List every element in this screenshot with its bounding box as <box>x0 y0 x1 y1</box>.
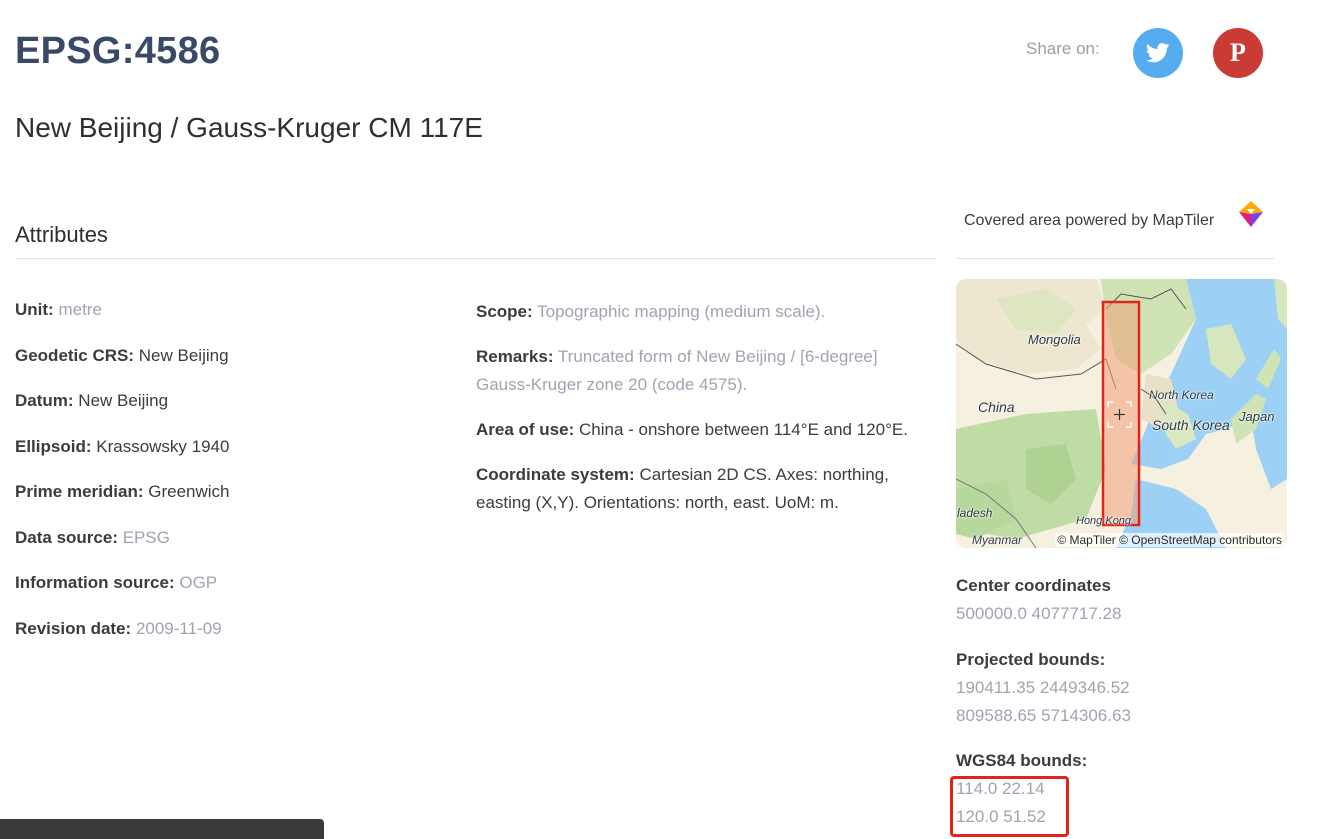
attr-prime-meridian: Prime meridian: Greenwich <box>15 480 455 526</box>
attr-value: Topographic mapping (medium scale). <box>537 302 826 321</box>
map-label-north-korea: North Korea <box>1149 388 1214 402</box>
map-label-hong-kong: Hong Kong <box>1076 515 1132 527</box>
attr-label: Information source: <box>15 573 175 592</box>
attr-label: Ellipsoid: <box>15 436 92 456</box>
attr-value: China - onshore between 114°E and 120°E. <box>578 420 908 439</box>
attr-label: Remarks: <box>476 347 554 366</box>
map-label-japan: Japan <box>1239 409 1275 424</box>
attr-label: Scope: <box>476 302 533 321</box>
pinterest-icon: P <box>1230 38 1246 67</box>
share-label: Share on: <box>1026 39 1100 58</box>
map-label-china: China <box>978 399 1015 415</box>
center-coordinates-value: 500000.0 4077717.28 <box>956 604 1122 623</box>
attr-revision-date: Revision date: 2009-11-09 <box>15 617 455 663</box>
attributes-heading: Attributes <box>15 222 108 247</box>
attr-label: Geodetic CRS: <box>15 345 135 365</box>
attr-value: OGP <box>179 573 218 592</box>
attr-label: Data source: <box>15 527 118 547</box>
center-coordinates: Center coordinates 500000.0 4077717.28 <box>956 572 1286 628</box>
attr-data-source: Data source: EPSG <box>15 526 455 572</box>
attributes-divider <box>15 258 937 259</box>
attr-label: Unit: <box>15 300 54 319</box>
attr-area-of-use: Area of use: China - onshore between 114… <box>476 416 936 444</box>
projected-bounds: Projected bounds: 190411.35 2449346.52 8… <box>956 646 1286 730</box>
attr-remarks: Remarks: Truncated form of New Beijing /… <box>476 343 936 399</box>
maptiler-logo-icon[interactable] <box>1236 199 1266 229</box>
attr-value: metre <box>58 300 102 319</box>
attr-coordinate-system: Coordinate system: Cartesian 2D CS. Axes… <box>476 461 936 517</box>
pinterest-share-button[interactable]: P <box>1213 28 1263 78</box>
page-title: EPSG:4586 <box>15 30 221 72</box>
attributes-left-column: Unit: metre Geodetic CRS: New Beijing Da… <box>15 298 455 662</box>
map-label-bangladesh: ladesh <box>957 506 993 520</box>
coverage-divider <box>956 258 1274 259</box>
center-coordinates-label: Center coordinates <box>956 576 1111 595</box>
attr-geodetic-crs: Geodetic CRS: New Beijing <box>15 344 455 390</box>
wgs84-bounds-highlight <box>950 776 1069 837</box>
attr-label: Revision date: <box>15 618 132 638</box>
page-subtitle: New Beijing / Gauss-Kruger CM 117E <box>15 112 483 143</box>
wgs84-bounds-label: WGS84 bounds: <box>956 751 1088 770</box>
attr-label: Datum: <box>15 391 74 410</box>
map-label-mongolia: Mongolia <box>1028 332 1081 347</box>
attr-value-link[interactable]: EPSG <box>123 528 170 547</box>
map-label-myanmar: Myanmar <box>972 533 1023 547</box>
attr-unit: Unit: metre <box>15 298 455 344</box>
bottom-panel-tab[interactable] <box>0 819 324 839</box>
map-label-south-korea: South Korea <box>1152 417 1230 433</box>
coverage-map[interactable]: Mongolia China North Korea South Korea J… <box>956 279 1287 548</box>
coverage-heading: Covered area powered by MapTiler <box>964 212 1215 229</box>
attr-scope: Scope: Topographic mapping (medium scale… <box>476 298 936 326</box>
attr-ellipsoid: Ellipsoid: Krassowsky 1940 <box>15 435 455 481</box>
twitter-share-button[interactable] <box>1133 28 1183 78</box>
attr-value: New Beijing <box>78 391 169 410</box>
projected-bounds-min: 190411.35 2449346.52 <box>956 678 1130 697</box>
twitter-icon <box>1146 43 1170 63</box>
attr-value: Krassowsky 1940 <box>96 436 230 456</box>
attr-value: 2009-11-09 <box>135 618 222 638</box>
attr-value: New Beijing <box>138 345 229 365</box>
attr-label: Area of use: <box>476 420 575 439</box>
attr-label: Coordinate system: <box>476 465 635 484</box>
attr-label: Prime meridian: <box>15 482 144 501</box>
attr-value: Greenwich <box>148 482 230 501</box>
projected-bounds-max: 809588.65 5714306.63 <box>956 706 1131 725</box>
share-bar: Share on: P <box>1026 28 1266 78</box>
attr-information-source: Information source: OGP <box>15 571 455 617</box>
projected-bounds-label: Projected bounds: <box>956 650 1106 669</box>
attr-datum: Datum: New Beijing <box>15 389 455 435</box>
attributes-middle-column: Scope: Topographic mapping (medium scale… <box>476 298 936 534</box>
map-attribution[interactable]: © MapTiler © OpenStreetMap contributors <box>1055 533 1284 547</box>
